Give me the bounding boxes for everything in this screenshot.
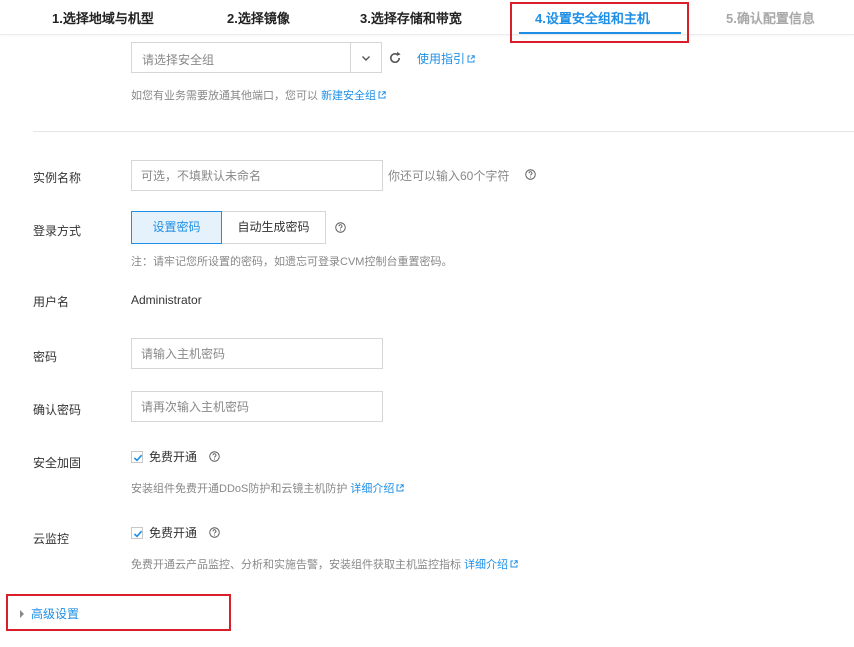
username-value: Administrator <box>131 293 202 307</box>
checkmark-icon <box>133 530 143 538</box>
usage-guide-link[interactable]: 使用指引 <box>417 50 475 67</box>
step-tab-confirm[interactable]: 5.确认配置信息 <box>726 8 815 27</box>
instance-name-char-hint: 你还可以输入60个字符 <box>388 169 510 183</box>
step-tab-storage-bandwidth[interactable]: 3.选择存储和带宽 <box>360 8 462 27</box>
checkbox-box[interactable] <box>131 526 143 539</box>
cloud-monitor-checkbox-label: 免费开通 <box>149 526 198 540</box>
help-icon[interactable] <box>525 169 536 180</box>
confirm-password-label: 确认密码 <box>33 403 82 417</box>
security-hardening-checkbox-label: 免费开通 <box>149 450 198 464</box>
refresh-icon[interactable] <box>388 51 402 65</box>
help-icon[interactable] <box>209 527 220 538</box>
password-label: 密码 <box>33 350 58 364</box>
cloud-monitor-checkbox[interactable]: 免费开通 <box>131 524 220 541</box>
login-method-toggle: 设置密码 自动生成密码 <box>131 211 326 244</box>
highlight-box-active-step <box>510 2 689 43</box>
security-hardening-label: 安全加固 <box>33 456 82 470</box>
auto-generate-password-option[interactable]: 自动生成密码 <box>222 211 326 244</box>
cvm-purchase-page: 1.选择地域与机型 2.选择镜像 3.选择存储和带宽 4.设置安全组和主机 5.… <box>0 0 854 647</box>
checkmark-icon <box>133 454 143 462</box>
security-group-select[interactable]: 请选择安全组 <box>131 42 382 73</box>
help-icon[interactable] <box>335 222 346 233</box>
create-security-group-link[interactable]: 新建安全组 <box>321 90 386 102</box>
chevron-down-icon[interactable] <box>359 51 373 65</box>
step-tab-region-model[interactable]: 1.选择地域与机型 <box>52 8 154 27</box>
username-label: 用户名 <box>33 295 70 309</box>
section-divider <box>33 131 854 132</box>
checkbox-box[interactable] <box>131 450 143 463</box>
select-divider <box>350 43 351 72</box>
security-hardening-hint: 安装组件免费开通DDoS防护和云镜主机防护 详细介绍 <box>131 480 405 496</box>
confirm-password-input[interactable] <box>131 391 383 422</box>
security-hardening-checkbox[interactable]: 免费开通 <box>131 448 220 465</box>
password-input[interactable] <box>131 338 383 369</box>
cloud-monitor-label: 云监控 <box>33 532 70 546</box>
security-hardening-details-link[interactable]: 详细介绍 <box>350 483 405 495</box>
external-link-icon <box>378 91 386 99</box>
step-tab-image[interactable]: 2.选择镜像 <box>227 8 290 27</box>
login-method-hint: 注：请牢记您所设置的密码，如遗忘可登录CVM控制台重置密码。 <box>131 256 453 268</box>
help-icon[interactable] <box>209 451 220 462</box>
instance-name-input[interactable] <box>131 160 383 191</box>
set-password-option[interactable]: 设置密码 <box>131 211 222 244</box>
external-link-icon <box>510 560 518 568</box>
external-link-icon <box>467 55 475 63</box>
highlight-box-advanced-settings <box>6 594 231 631</box>
security-group-placeholder: 请选择安全组 <box>142 53 215 67</box>
cloud-monitor-hint: 免费开通云产品监控、分析和实施告警，安装组件获取主机监控指标 详细介绍 <box>131 556 518 572</box>
security-group-hint: 如您有业务需要放通其他端口，您可以 新建安全组 <box>131 87 386 103</box>
cloud-monitor-details-link[interactable]: 详细介绍 <box>464 559 518 571</box>
login-method-label: 登录方式 <box>33 224 82 238</box>
external-link-icon <box>396 484 405 492</box>
instance-name-label: 实例名称 <box>33 171 82 185</box>
step-tabs: 1.选择地域与机型 2.选择镜像 3.选择存储和带宽 4.设置安全组和主机 5.… <box>0 0 854 35</box>
